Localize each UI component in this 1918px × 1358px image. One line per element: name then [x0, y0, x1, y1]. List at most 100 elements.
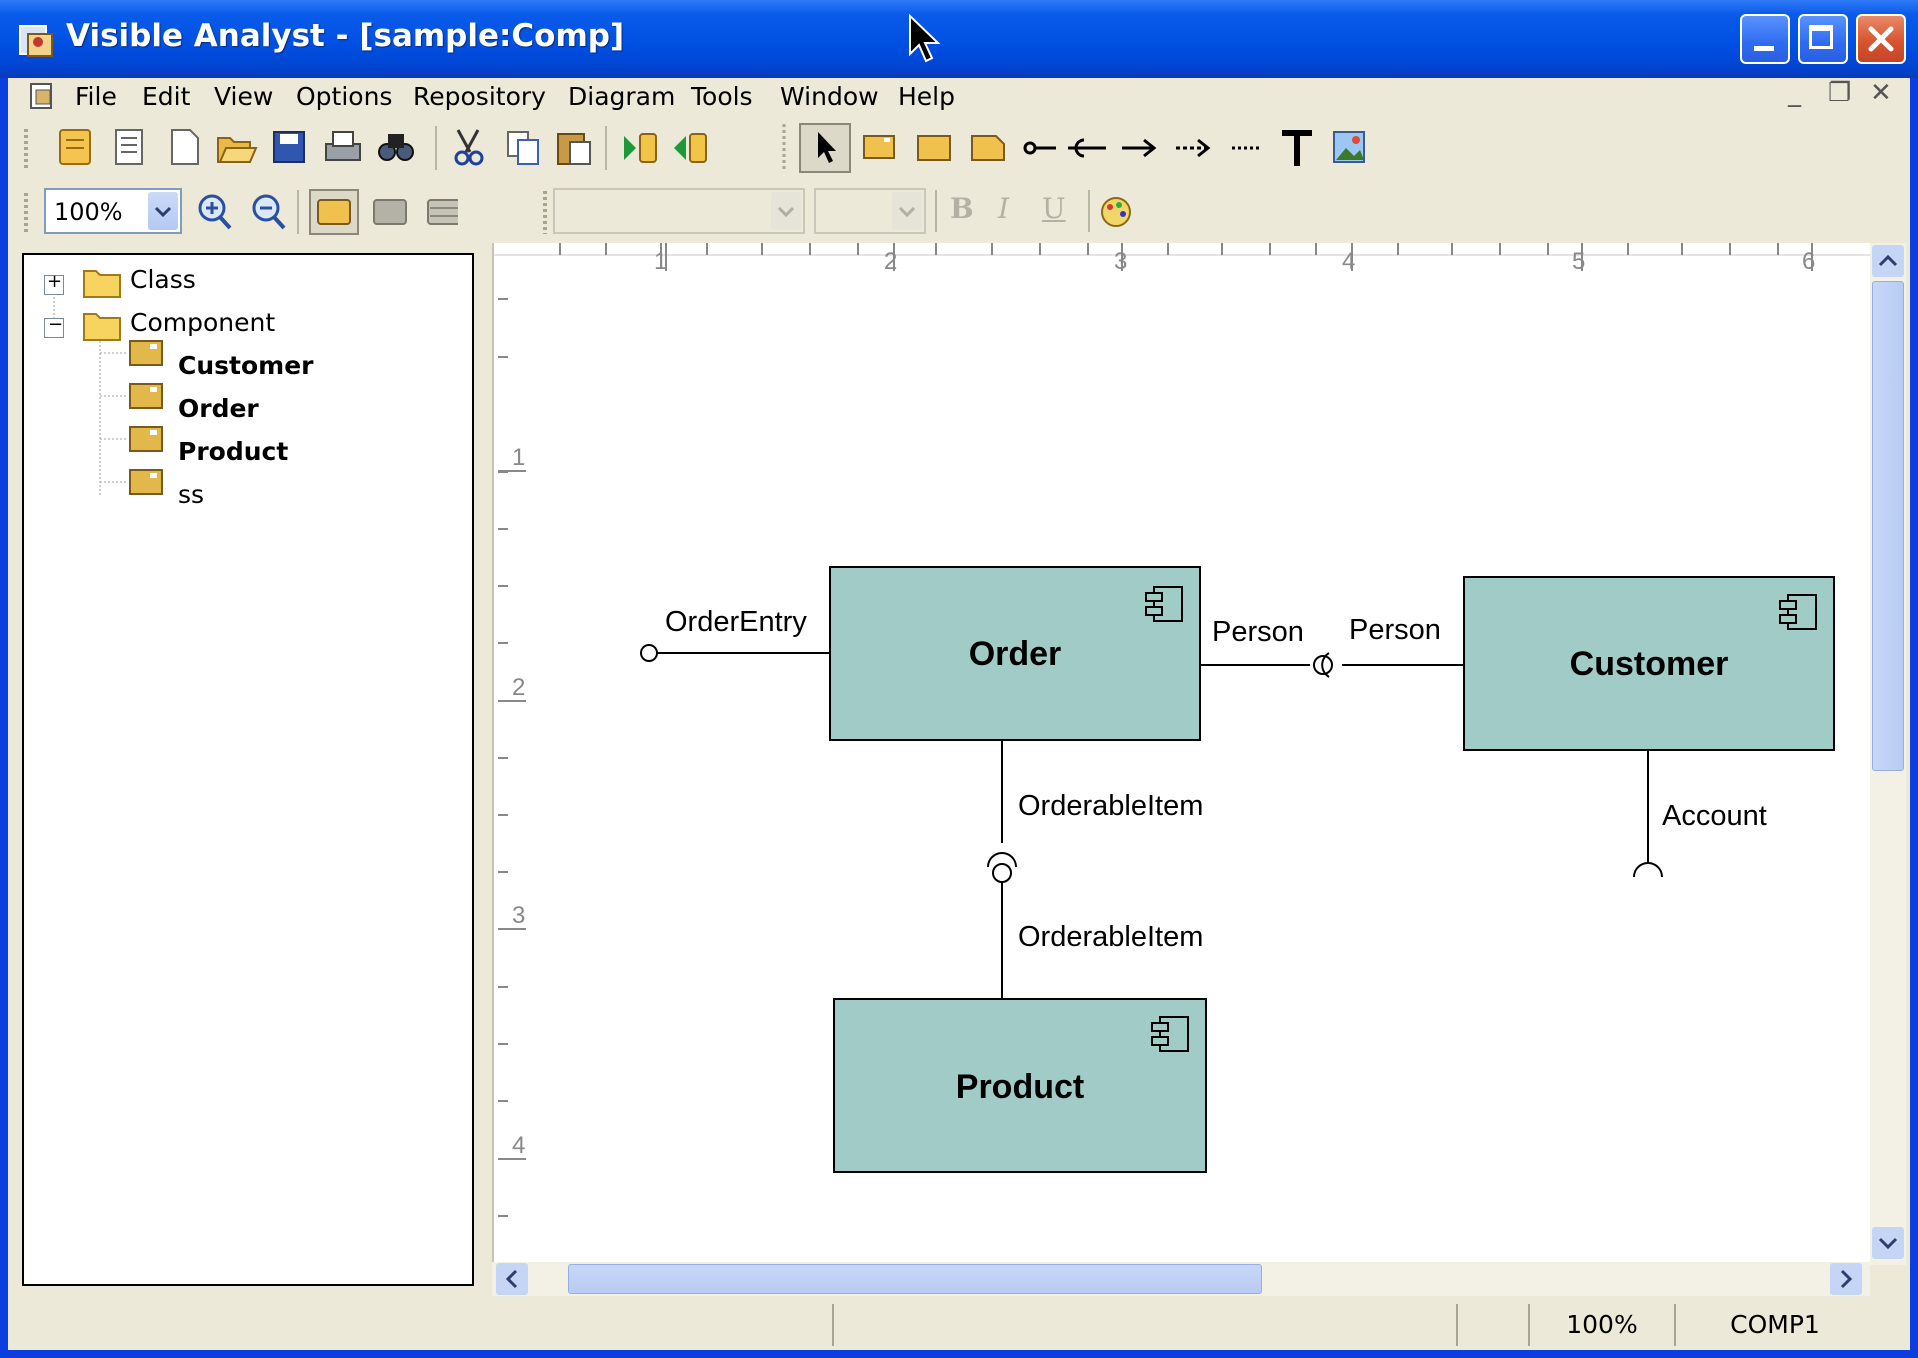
menu-bar: File Edit View Options Repository Diagra…: [8, 78, 1910, 118]
svg-text:5: 5: [1572, 248, 1585, 275]
text-tool-icon[interactable]: [1282, 130, 1312, 166]
export-icon[interactable]: [674, 133, 707, 163]
zoom-in-icon[interactable]: [198, 194, 232, 230]
menu-options[interactable]: Options: [296, 82, 392, 111]
tree-node-component[interactable]: Component: [130, 308, 275, 337]
scroll-left-button[interactable]: [496, 1263, 528, 1295]
svg-text:4: 4: [1342, 248, 1355, 275]
paste-icon[interactable]: [557, 133, 591, 165]
menu-view[interactable]: View: [214, 82, 273, 111]
new-document-icon[interactable]: [171, 129, 199, 165]
document-list-icon[interactable]: [115, 129, 143, 165]
status-diagram-name: COMP1: [1674, 1304, 1874, 1346]
cut-icon[interactable]: [454, 129, 484, 166]
chevron-left-icon: [505, 1269, 518, 1289]
mdi-close-button[interactable]: ✕: [1870, 78, 1892, 108]
italic-button[interactable]: I: [998, 192, 1009, 225]
vertical-ruler-labels: 1 2 3 4: [512, 444, 525, 1159]
mdi-minimize-button[interactable]: _: [1788, 78, 1801, 108]
orderableitem-lollipop[interactable]: [992, 863, 1012, 883]
scroll-right-button[interactable]: [1830, 1263, 1862, 1295]
toolbar-grip[interactable]: [24, 190, 28, 234]
dependency-arrow-icon[interactable]: [1122, 138, 1157, 158]
svg-text:3: 3: [512, 902, 525, 929]
package-tool-icon[interactable]: [917, 135, 951, 161]
font-combo-arrow[interactable]: [771, 192, 801, 230]
pointer-tool-icon[interactable]: [799, 123, 851, 173]
note-tool-icon[interactable]: [971, 135, 1005, 161]
save-icon[interactable]: [273, 131, 305, 163]
menu-diagram[interactable]: Diagram: [568, 82, 675, 111]
fill-yellow-icon[interactable]: [309, 189, 359, 235]
minimize-button[interactable]: [1740, 14, 1790, 64]
chevron-up-icon: [1878, 254, 1898, 267]
horizontal-scrollbar[interactable]: [492, 1262, 1870, 1296]
tree-node-order[interactable]: Order: [178, 394, 259, 423]
print-icon[interactable]: [325, 131, 361, 161]
tree-node-product[interactable]: Product: [178, 437, 288, 466]
zoom-combo-arrow[interactable]: [148, 192, 178, 230]
label-orderableitem-required: OrderableItem: [1018, 790, 1203, 822]
tree-expand-button[interactable]: +: [44, 271, 64, 295]
tree-node-customer[interactable]: Customer: [178, 351, 314, 380]
find-icon[interactable]: [378, 134, 414, 161]
vertical-scrollbar[interactable]: [1870, 243, 1906, 1265]
account-socket[interactable]: [1633, 862, 1663, 878]
horizontal-ruler-labels: 1 2 3 4 5 6: [654, 248, 1815, 275]
scroll-down-button[interactable]: [1872, 1227, 1904, 1259]
open-folder-icon[interactable]: [217, 137, 258, 163]
menu-file[interactable]: File: [75, 82, 117, 111]
underline-button[interactable]: U: [1042, 192, 1066, 225]
orderentry-lollipop[interactable]: [640, 644, 658, 662]
document-system-icon[interactable]: [28, 82, 56, 112]
font-combo[interactable]: [553, 188, 805, 234]
app-icon: [19, 25, 53, 57]
component-product[interactable]: Product: [833, 998, 1207, 1173]
component-order[interactable]: Order: [829, 566, 1201, 741]
menu-repository[interactable]: Repository: [413, 82, 546, 111]
bold-button[interactable]: B: [950, 192, 974, 225]
size-combo-arrow[interactable]: [892, 192, 922, 230]
zoom-out-icon[interactable]: [252, 194, 286, 230]
folder-icon: [83, 313, 121, 341]
tree-collapse-button[interactable]: −: [44, 314, 64, 338]
label-orderentry: OrderEntry: [665, 606, 807, 638]
horizontal-scroll-thumb[interactable]: [568, 1264, 1262, 1294]
vertical-ruler-ticks: [498, 298, 526, 1217]
new-repository-icon[interactable]: [59, 129, 91, 165]
close-button[interactable]: [1856, 14, 1906, 64]
size-combo[interactable]: [814, 188, 926, 234]
dashed-arrow-icon[interactable]: [1176, 138, 1211, 158]
tree-node-class[interactable]: Class: [130, 265, 196, 294]
lollipop-tool-icon[interactable]: [1023, 141, 1056, 155]
zoom-combo[interactable]: 100%: [44, 188, 182, 234]
toolbar-grip[interactable]: [24, 126, 28, 170]
repository-tree: + Class − Component Customer Order Produ…: [22, 253, 474, 1286]
title-bar[interactable]: Visible Analyst - [sample:Comp]: [0, 0, 1918, 78]
menu-tools[interactable]: Tools: [691, 82, 753, 111]
import-icon[interactable]: [624, 133, 657, 163]
component-tool-icon[interactable]: [863, 135, 895, 159]
status-cell-empty: [1456, 1304, 1528, 1346]
component-customer[interactable]: Customer: [1463, 576, 1835, 751]
menu-edit[interactable]: Edit: [142, 82, 190, 111]
chevron-down-icon: [1878, 1237, 1898, 1250]
main-toolbar: [8, 118, 1910, 178]
mdi-restore-button[interactable]: ❐: [1828, 78, 1851, 108]
vertical-scroll-thumb[interactable]: [1872, 281, 1904, 771]
menu-window[interactable]: Window: [780, 82, 879, 111]
diagram-canvas[interactable]: 1 2 3 4 5 6 1 2 3 4 Order Customer Produ…: [492, 243, 1872, 1265]
fill-lined-icon[interactable]: [427, 199, 458, 225]
copy-icon[interactable]: [507, 131, 539, 165]
toolbar-grip[interactable]: [543, 188, 547, 234]
chevron-down-icon: [154, 206, 172, 218]
fill-gray-icon[interactable]: [373, 199, 407, 225]
menu-help[interactable]: Help: [898, 82, 955, 111]
scroll-up-button[interactable]: [1872, 245, 1904, 277]
tree-node-ss[interactable]: ss: [178, 480, 204, 509]
socket-tool-icon[interactable]: [1068, 138, 1106, 158]
maximize-button[interactable]: [1798, 14, 1848, 64]
label-person-provided: Person: [1212, 616, 1304, 648]
color-palette-icon[interactable]: [1098, 194, 1134, 230]
image-tool-icon[interactable]: [1333, 131, 1365, 163]
